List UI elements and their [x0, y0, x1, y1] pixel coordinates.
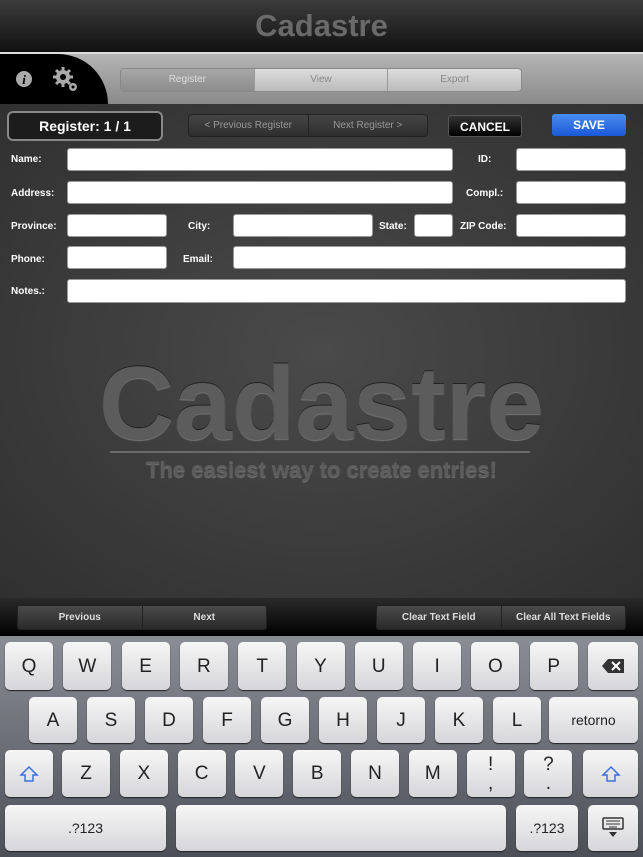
key-p[interactable]: P [529, 642, 578, 690]
previous-register-button[interactable]: < Previous Register [189, 115, 308, 136]
key-h[interactable]: H [319, 697, 367, 743]
save-button[interactable]: SAVE [552, 114, 626, 136]
title-bar: Cadastre [0, 0, 643, 52]
key-z[interactable]: Z [62, 750, 110, 797]
key-exclamation-comma[interactable]: ! , [466, 750, 515, 797]
id-label: ID: [478, 154, 492, 165]
state-label: State: [379, 221, 407, 232]
notes-field[interactable] [67, 279, 626, 303]
address-label: Address: [11, 188, 55, 199]
zip-field[interactable] [516, 214, 626, 237]
gear-icon[interactable] [52, 66, 80, 94]
key-t[interactable]: T [238, 642, 287, 690]
shift-icon [19, 765, 39, 782]
compl-label: Compl.: [466, 188, 504, 199]
numbers-key-right[interactable]: .?123 [516, 805, 578, 851]
key-u[interactable]: U [354, 642, 403, 690]
numbers-key-left[interactable]: .?123 [5, 805, 166, 851]
compl-field[interactable] [516, 181, 626, 204]
key-e[interactable]: E [121, 642, 170, 690]
name-label: Name: [11, 154, 42, 165]
id-field[interactable] [516, 148, 626, 171]
zip-label: ZIP Code: [460, 221, 507, 232]
key-v[interactable]: V [235, 750, 284, 797]
svg-text:i: i [22, 72, 26, 87]
key-w[interactable]: W [63, 642, 112, 690]
key-b[interactable]: B [293, 750, 342, 797]
next-register-button[interactable]: Next Register > [307, 115, 428, 136]
key-i[interactable]: I [413, 642, 462, 690]
key-d[interactable]: D [145, 697, 193, 743]
state-field[interactable] [414, 214, 453, 237]
tab-view[interactable]: View [253, 69, 388, 91]
backspace-icon [602, 659, 624, 673]
clear-all-text-fields-button[interactable]: Clear All Text Fields [500, 606, 626, 629]
previous-field-button[interactable]: Previous [18, 606, 142, 629]
email-field[interactable] [233, 246, 626, 269]
key-k[interactable]: K [435, 697, 483, 743]
tagline: The easiest way to create entries! [146, 457, 497, 482]
city-field[interactable] [233, 214, 373, 237]
app-title: Cadastre [255, 8, 388, 43]
key-r[interactable]: R [179, 642, 228, 690]
key-s[interactable]: S [87, 697, 135, 743]
key-n[interactable]: N [351, 750, 399, 797]
email-label: Email: [183, 254, 214, 265]
key-x[interactable]: X [119, 750, 168, 797]
backspace-key[interactable] [588, 642, 638, 690]
return-key[interactable]: retorno [549, 697, 638, 743]
logo: Cadastre [98, 346, 545, 462]
province-label: Province: [11, 221, 57, 232]
clear-text-field-button[interactable]: Clear Text Field [377, 606, 501, 629]
field-navigation: Previous Next [17, 605, 267, 630]
shift-key-right[interactable] [583, 750, 638, 797]
hide-keyboard-key[interactable] [588, 805, 638, 851]
tab-export[interactable]: Export [387, 69, 521, 91]
key-g[interactable]: G [261, 697, 309, 743]
shift-key-left[interactable] [5, 750, 53, 797]
name-field[interactable] [67, 148, 453, 171]
next-field-button[interactable]: Next [141, 606, 267, 629]
keyboard-hide-icon [602, 817, 624, 837]
notes-label: Notes.: [11, 286, 45, 297]
tab-register[interactable]: Register [121, 69, 254, 91]
info-icon[interactable]: i [15, 70, 33, 88]
phone-label: Phone: [11, 254, 45, 265]
register-counter: Register: 1 / 1 [7, 111, 163, 141]
key-f[interactable]: F [203, 697, 251, 743]
address-field[interactable] [67, 181, 453, 204]
cancel-button[interactable]: CANCEL [448, 115, 522, 137]
key-j[interactable]: J [377, 697, 425, 743]
key-y[interactable]: Y [296, 642, 345, 690]
key-c[interactable]: C [177, 750, 226, 797]
shift-icon [600, 765, 621, 782]
key-question-period[interactable]: ? . [524, 750, 573, 797]
key-a[interactable]: A [29, 697, 77, 743]
clear-controls: Clear Text Field Clear All Text Fields [376, 605, 626, 630]
main-tabs: Register View Export [120, 68, 522, 92]
key-q[interactable]: Q [5, 642, 53, 690]
province-field[interactable] [67, 214, 167, 237]
register-navigation: < Previous Register Next Register > [188, 114, 428, 137]
space-key[interactable] [176, 805, 506, 851]
key-o[interactable]: O [471, 642, 520, 690]
phone-field[interactable] [67, 246, 167, 269]
city-label: City: [188, 221, 211, 232]
key-m[interactable]: M [408, 750, 457, 797]
logo-underline [110, 451, 530, 453]
key-l[interactable]: L [493, 697, 541, 743]
